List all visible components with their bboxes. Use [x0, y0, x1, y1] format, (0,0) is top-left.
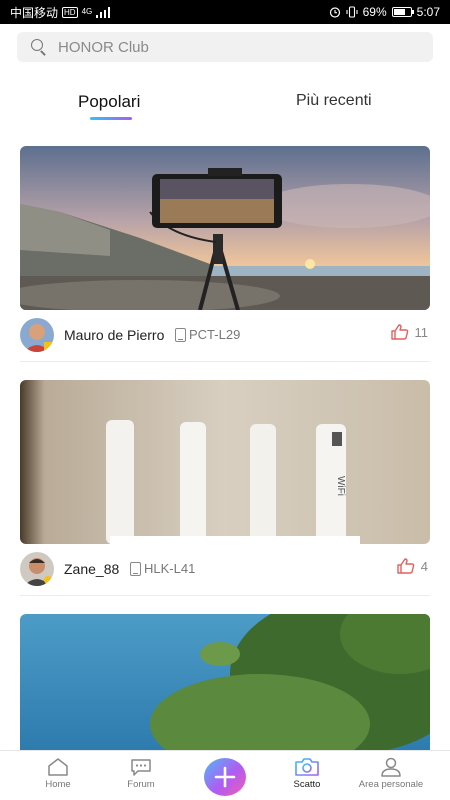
search-bar[interactable]: HONOR Club [17, 32, 433, 62]
alarm-icon [329, 7, 340, 18]
nav-area-personale-label: Area personale [358, 779, 424, 790]
status-bar: 中国移动 HD 4G 69% 5:07 [0, 0, 450, 24]
avatar[interactable] [20, 318, 54, 352]
nav-home-label: Home [45, 779, 71, 790]
search-icon [31, 39, 47, 55]
create-post-button[interactable] [204, 758, 246, 796]
avatar[interactable] [20, 552, 54, 586]
battery-fill [393, 9, 405, 15]
post-card[interactable]: Mauro de Pierro PCT-L29 11 [20, 146, 430, 362]
device-model: HLK-L41 [130, 561, 195, 576]
author-name[interactable]: Mauro de Pierro [64, 327, 164, 343]
nav-home[interactable]: Home [18, 757, 98, 790]
device-model-label: PCT-L29 [189, 327, 241, 342]
like-count: 11 [414, 324, 429, 340]
nav-forum[interactable]: Forum [101, 757, 181, 790]
vibrate-icon [346, 6, 358, 18]
nav-area-personale[interactable]: Area personale [351, 757, 431, 790]
search-placeholder: HONOR Club [58, 38, 149, 56]
network-type: 4G [81, 7, 93, 16]
carrier-name: 中国移动 [10, 5, 59, 20]
post-photo[interactable] [20, 146, 430, 310]
camera-icon [295, 758, 319, 776]
svg-text:WiFi: WiFi [335, 476, 346, 496]
avatar-image [20, 318, 54, 352]
post-card[interactable]: WiFi Zane_88 HLK-L41 4 [20, 380, 430, 596]
post-photo[interactable] [20, 614, 430, 750]
post-meta: Mauro de Pierro PCT-L29 11 [20, 310, 430, 362]
post-photo[interactable]: WiFi [20, 380, 430, 544]
sea-photo [20, 614, 430, 750]
hd-badge: HD [62, 6, 78, 18]
feed-tabs: Popolari Più recenti [0, 88, 450, 128]
battery-percent: 69% [362, 5, 387, 19]
thumbs-up-icon [397, 558, 415, 574]
sunset-photo [20, 146, 430, 310]
active-tab-indicator [90, 117, 132, 120]
tab-piu-recenti[interactable]: Più recenti [296, 92, 372, 110]
router-photo: WiFi [20, 380, 430, 544]
battery-icon [391, 7, 414, 17]
person-icon [381, 757, 401, 777]
tab-popolari[interactable]: Popolari [78, 92, 140, 112]
like-count: 4 [420, 558, 428, 574]
avatar-image [20, 552, 54, 586]
chat-icon [131, 759, 151, 776]
thumbs-up-icon [390, 324, 408, 340]
device-model-label: HLK-L41 [144, 561, 196, 576]
like-button[interactable]: 4 [397, 558, 428, 574]
phone-icon [175, 327, 186, 342]
signal-icon [96, 6, 111, 18]
nav-forum-label: Forum [127, 779, 155, 790]
phone-icon [130, 561, 141, 576]
device-model: PCT-L29 [175, 327, 240, 342]
clock: 5:07 [416, 5, 440, 19]
nav-scatto[interactable]: Scatto [267, 757, 347, 790]
home-icon [48, 758, 68, 776]
plus-icon [214, 766, 236, 788]
author-name[interactable]: Zane_88 [64, 561, 119, 577]
nav-scatto-label: Scatto [293, 779, 321, 790]
post-meta: Zane_88 HLK-L41 4 [20, 544, 430, 596]
post-card[interactable] [20, 614, 430, 750]
like-button[interactable]: 11 [390, 324, 429, 340]
